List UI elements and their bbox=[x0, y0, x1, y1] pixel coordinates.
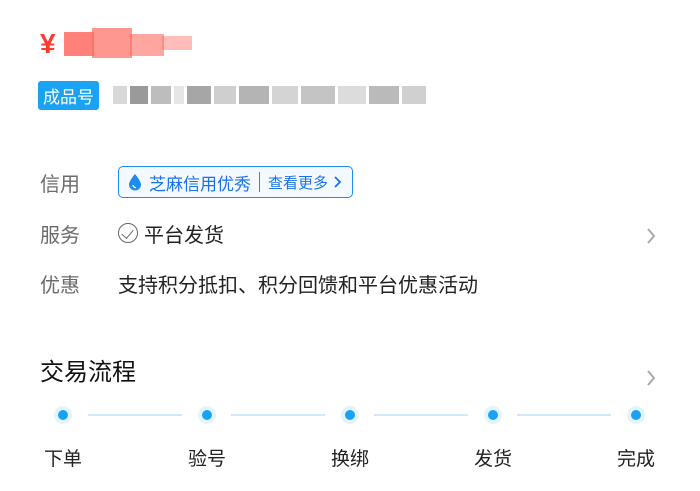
check-circle-icon bbox=[118, 223, 138, 243]
service-text: 平台发货 bbox=[144, 222, 224, 247]
step-label-rebind: 换绑 bbox=[330, 448, 369, 470]
credit-tag-text: 芝麻信用优秀 bbox=[149, 174, 251, 195]
credit-label: 信用 bbox=[40, 171, 80, 196]
trade-flow-chevron-right-icon[interactable] bbox=[644, 368, 658, 388]
credit-more-link[interactable]: 查看更多 bbox=[268, 172, 344, 193]
credit-tag[interactable]: 芝麻信用优秀 查看更多 bbox=[118, 166, 354, 198]
step-dot bbox=[198, 406, 216, 424]
step-label-order: 下单 bbox=[43, 448, 82, 470]
step-label-deliver: 发货 bbox=[473, 448, 512, 470]
price-value-redacted bbox=[63, 28, 204, 60]
discount-text: 支持积分抵扣、积分回馈和平台优惠活动 bbox=[118, 272, 478, 297]
price-row: ¥ bbox=[40, 22, 204, 66]
step-connector bbox=[517, 414, 611, 416]
credit-tag-divider bbox=[259, 172, 260, 192]
service-row[interactable]: 服务 平台发货 bbox=[40, 213, 224, 253]
trade-flow-steps[interactable]: 下单 验号 换绑 发货 完成 bbox=[0, 400, 700, 480]
step-dot bbox=[54, 406, 72, 424]
service-chevron-right-icon[interactable] bbox=[644, 226, 658, 246]
discount-row: 优惠 支持积分抵扣、积分回馈和平台优惠活动 bbox=[40, 263, 478, 303]
step-label-complete: 完成 bbox=[616, 448, 655, 470]
trade-flow-title: 交易流程 bbox=[40, 358, 136, 386]
product-number-badge: 成品号 bbox=[38, 80, 99, 110]
step-connector bbox=[88, 414, 182, 416]
product-number-row: 成品号 bbox=[38, 80, 429, 110]
chevron-right-icon bbox=[334, 176, 342, 188]
step-connector bbox=[231, 414, 325, 416]
step-label-verify: 验号 bbox=[187, 448, 226, 470]
step-dot bbox=[341, 406, 359, 424]
credit-more-text: 查看更多 bbox=[268, 173, 329, 192]
price-currency-symbol: ¥ bbox=[40, 28, 56, 59]
credit-row: 信用 芝麻信用优秀 查看更多 bbox=[40, 162, 354, 202]
step-dot bbox=[484, 406, 502, 424]
discount-label: 优惠 bbox=[40, 272, 80, 297]
product-number-redacted bbox=[113, 81, 429, 109]
step-dot bbox=[627, 406, 645, 424]
step-connector bbox=[374, 414, 468, 416]
service-label: 服务 bbox=[40, 222, 80, 247]
drop-icon bbox=[129, 174, 141, 191]
